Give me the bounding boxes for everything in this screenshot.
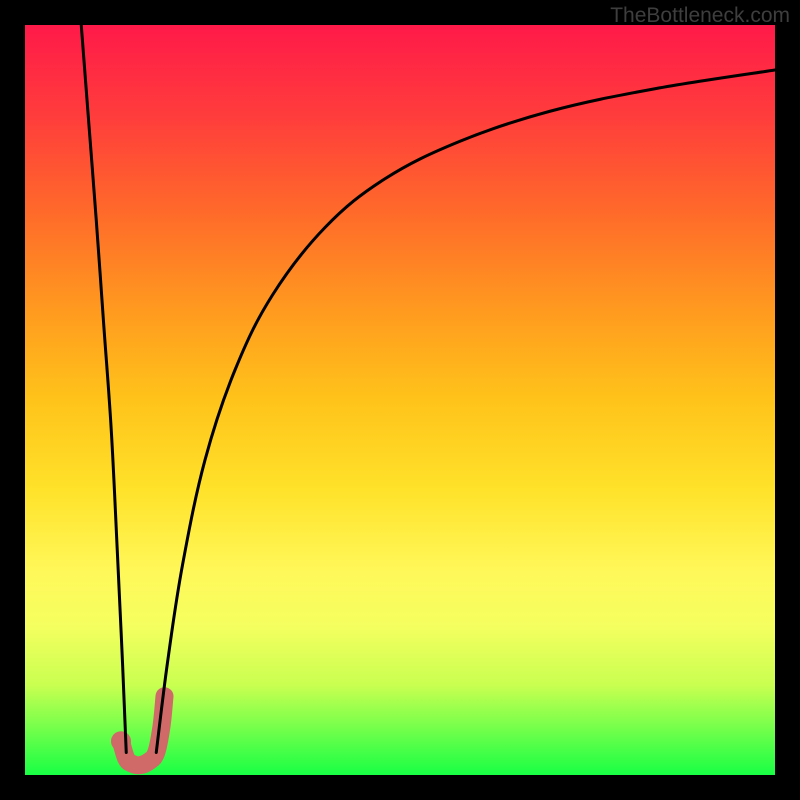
chart-frame: TheBottleneck.com bbox=[0, 0, 800, 800]
watermark-text: TheBottleneck.com bbox=[610, 4, 790, 28]
curve-svg bbox=[25, 25, 775, 775]
bottleneck-curve bbox=[81, 25, 775, 753]
highlight-hook bbox=[111, 696, 165, 765]
plot-area bbox=[25, 25, 775, 775]
